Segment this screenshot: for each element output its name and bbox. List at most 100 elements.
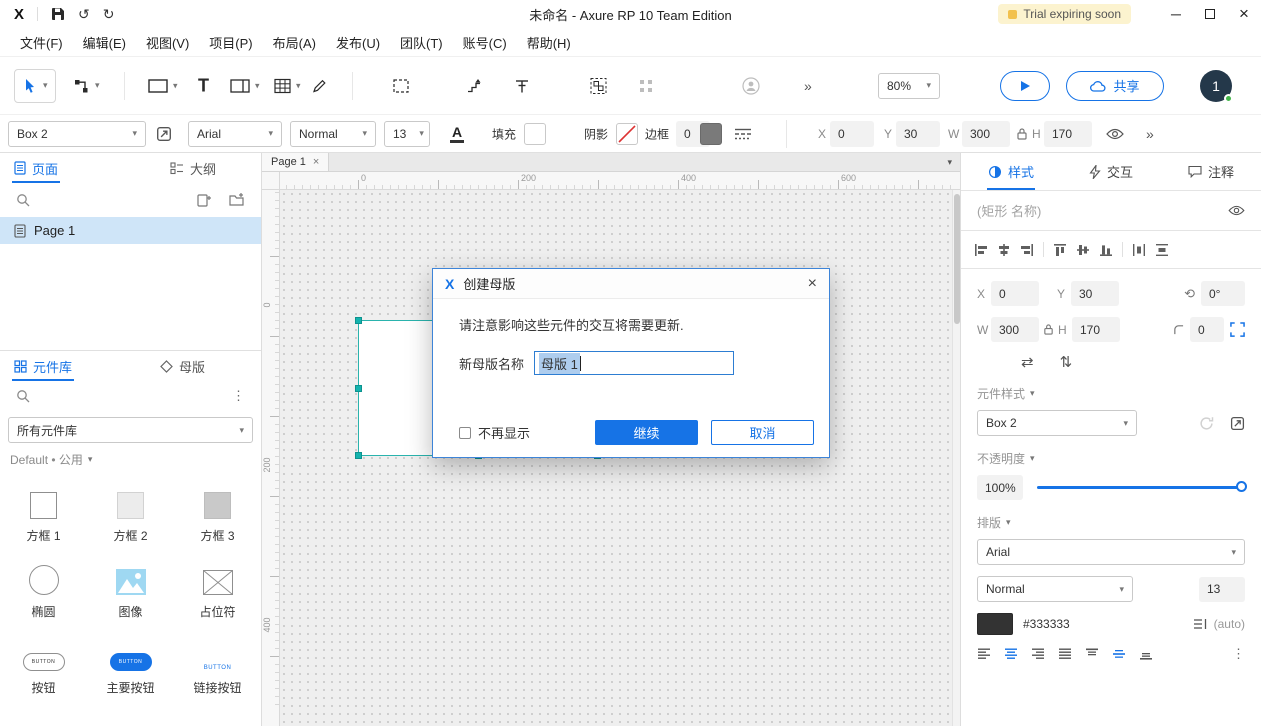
dialog-close-icon[interactable]: ×	[808, 275, 817, 293]
widget-h3[interactable]: H3H3	[174, 704, 261, 726]
distribute-vertical-icon[interactable]	[1155, 243, 1169, 257]
widget-button[interactable]: BUTTON按钮	[0, 628, 87, 704]
bring-to-front-tool[interactable]	[466, 77, 483, 94]
widget-style-select[interactable]: Box 2 ▾	[8, 121, 146, 147]
add-page-icon[interactable]	[197, 193, 211, 208]
w-input[interactable]: 300	[962, 121, 1010, 147]
align-top-icon[interactable]	[1053, 243, 1067, 257]
font-family-select[interactable]: Arial ▾	[188, 121, 282, 147]
style-picker-icon[interactable]	[1230, 416, 1245, 431]
tab-pages[interactable]: 页面	[10, 153, 62, 183]
menu-account[interactable]: 账号(C)	[453, 28, 517, 56]
menu-edit[interactable]: 编辑(E)	[73, 28, 136, 56]
trial-badge[interactable]: Trial expiring soon	[998, 4, 1131, 24]
library-select[interactable]: 所有元件库 ▾	[8, 417, 253, 443]
opacity-slider-knob[interactable]	[1236, 481, 1247, 492]
widget-placeholder[interactable]: 占位符	[174, 552, 261, 628]
flip-vertical-icon[interactable]: ⇅	[1060, 353, 1073, 371]
cancel-button[interactable]: 取消	[711, 420, 814, 445]
search-icon[interactable]	[16, 389, 30, 403]
style-picker-button[interactable]	[156, 126, 172, 142]
opacity-input[interactable]: 100%	[977, 475, 1023, 500]
tab-notes[interactable]: 注释	[1161, 153, 1261, 190]
typography-more-icon[interactable]: ⋮	[1232, 646, 1245, 662]
align-right-icon[interactable]	[1020, 243, 1034, 257]
font-size-select[interactable]: 13 ▾	[384, 121, 430, 147]
master-name-input[interactable]: 母版 1	[534, 351, 734, 375]
flip-horizontal-icon[interactable]: ⇄	[1021, 353, 1034, 371]
widget-box1[interactable]: 方框 1	[0, 476, 87, 552]
tab-widget-library[interactable]: 元件库	[10, 351, 76, 381]
menu-help[interactable]: 帮助(H)	[517, 28, 581, 56]
text-valign-bottom-icon[interactable]	[1139, 648, 1153, 660]
align-center-icon[interactable]	[997, 243, 1011, 257]
visibility-button[interactable]	[1106, 128, 1124, 140]
widget-image[interactable]: 图像	[87, 552, 174, 628]
text-align-right-icon[interactable]	[1031, 648, 1045, 660]
selection-handle[interactable]	[355, 452, 362, 459]
redo-icon[interactable]: ↻	[103, 6, 115, 23]
update-style-icon[interactable]	[1199, 416, 1214, 431]
tab-interaction[interactable]: 交互	[1061, 153, 1161, 190]
font-weight-select[interactable]: Normal ▾	[977, 576, 1133, 602]
shadow-swatch[interactable]	[616, 123, 638, 145]
rotation-input[interactable]: 0°	[1201, 281, 1245, 306]
search-icon[interactable]	[16, 193, 30, 207]
widget-style-section-header[interactable]: 元件样式 ▾	[977, 385, 1245, 402]
page-list-item[interactable]: Page 1	[0, 217, 261, 244]
widget-h1[interactable]: H1H1	[0, 704, 87, 726]
text-align-center-icon[interactable]	[1004, 648, 1018, 660]
border-style-button[interactable]	[734, 127, 752, 140]
widget-ellipse[interactable]: 椭圆	[0, 552, 87, 628]
menu-arrange[interactable]: 布局(A)	[263, 28, 326, 56]
visibility-toggle[interactable]	[1228, 205, 1245, 216]
tab-masters[interactable]: 母版	[156, 351, 209, 381]
select-tool[interactable]: ▾	[14, 69, 56, 103]
checkbox-box[interactable]	[459, 427, 471, 439]
font-color-hex[interactable]: #333333	[1023, 617, 1070, 631]
library-menu-icon[interactable]: ⋮	[232, 388, 245, 404]
align-left-icon[interactable]	[974, 243, 988, 257]
ruler-corner[interactable]	[262, 172, 280, 190]
rectangle-tool[interactable]: ▾	[148, 78, 178, 93]
border-color-swatch[interactable]	[700, 123, 722, 145]
x-input[interactable]: 0	[830, 121, 874, 147]
group-tool[interactable]	[590, 77, 607, 94]
menu-project[interactable]: 项目(P)	[199, 28, 262, 56]
zoom-select[interactable]: 80% ▾	[878, 73, 940, 99]
w-input[interactable]: 300	[991, 317, 1039, 342]
radius-selector-icon[interactable]	[1230, 322, 1245, 337]
fill-swatch[interactable]	[524, 123, 546, 145]
x-input[interactable]: 0	[991, 281, 1039, 306]
more-format-icon[interactable]: »	[1146, 126, 1154, 142]
text-valign-top-icon[interactable]	[1085, 648, 1099, 660]
slice-tool[interactable]	[392, 78, 410, 94]
lock-ratio-icon[interactable]	[1043, 323, 1054, 336]
undo-icon[interactable]: ↺	[78, 6, 90, 23]
text-justify-icon[interactable]	[1058, 648, 1072, 660]
widget-box3[interactable]: 方框 3	[174, 476, 261, 552]
layout-tool[interactable]: ▾	[230, 78, 260, 93]
align-middle-icon[interactable]	[1076, 243, 1090, 257]
library-section-header[interactable]: Default • 公用 ▾	[0, 447, 261, 472]
table-tool[interactable]: ▾	[274, 78, 301, 93]
align-bottom-icon[interactable]	[1099, 243, 1113, 257]
font-family-select[interactable]: Arial ▾	[977, 539, 1245, 565]
text-valign-middle-icon[interactable]	[1112, 648, 1126, 660]
tab-list-caret-icon[interactable]: ▾	[947, 157, 960, 168]
save-icon[interactable]	[51, 7, 65, 21]
widget-name-input[interactable]: (矩形 名称)	[977, 201, 1041, 220]
font-size-input[interactable]: 13	[1199, 577, 1245, 602]
opacity-slider[interactable]	[1037, 486, 1245, 489]
lock-ratio-button[interactable]	[1016, 127, 1028, 141]
preview-button[interactable]	[1000, 71, 1050, 101]
y-input[interactable]: 30	[1071, 281, 1119, 306]
widget-style-select[interactable]: Box 2 ▾	[977, 410, 1137, 436]
close-button[interactable]: ×	[1227, 0, 1261, 28]
menu-publish[interactable]: 发布(U)	[326, 28, 390, 56]
widget-box2[interactable]: 方框 2	[87, 476, 174, 552]
menu-file[interactable]: 文件(F)	[10, 28, 73, 56]
tab-outline[interactable]: 大纲	[166, 153, 220, 183]
scrollbar-thumb[interactable]	[954, 194, 960, 324]
widget-link-button[interactable]: BUTTON链接按钮	[174, 628, 261, 704]
